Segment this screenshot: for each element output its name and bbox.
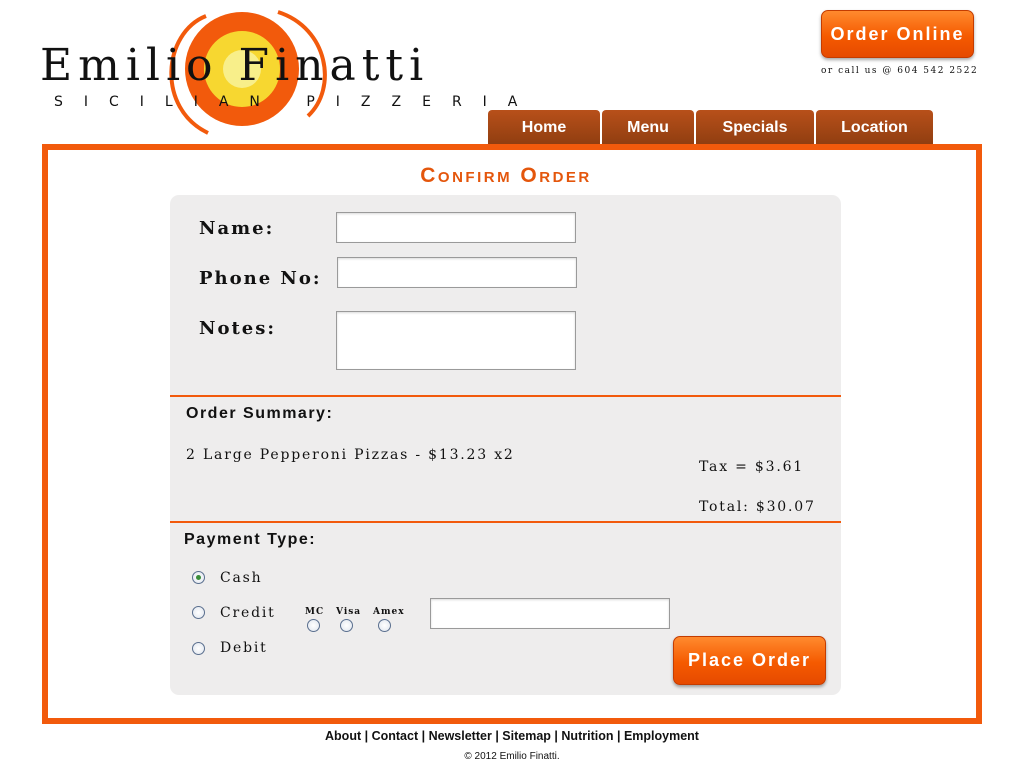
footer-separator: | — [364, 729, 369, 743]
card-number-input[interactable] — [430, 598, 670, 629]
page-title: Confirm Order — [420, 164, 592, 187]
brand-logo: Emilio Finatti Sicilian Pizzeria — [38, 8, 517, 138]
cash-radio[interactable] — [192, 571, 205, 584]
card-mc-label: MC — [305, 607, 325, 617]
payment-divider — [170, 521, 841, 523]
card-amex-label: Amex — [373, 607, 405, 617]
footer-link-contact[interactable]: Contact — [372, 729, 419, 743]
card-amex-radio[interactable] — [378, 619, 391, 632]
summary-divider — [170, 395, 841, 397]
footer-link-employment[interactable]: Employment — [624, 729, 699, 743]
tab-home[interactable]: Home — [488, 110, 600, 146]
footer-separator: | — [616, 729, 621, 743]
card-mc-radio[interactable] — [307, 619, 320, 632]
order-summary-heading: Order Summary: — [186, 405, 334, 422]
order-item: 2 Large Pepperoni Pizzas - $13.23 x2 — [186, 447, 515, 463]
total-amount: Total: $30.07 — [699, 499, 816, 515]
footer-nav: About | Contact | Newsletter | Sitemap |… — [0, 729, 1024, 743]
tab-menu[interactable]: Menu — [602, 110, 694, 146]
name-label: Name: — [199, 218, 275, 239]
debit-radio[interactable] — [192, 642, 205, 655]
tax-amount: Tax = $3.61 — [699, 459, 805, 475]
tab-specials[interactable]: Specials — [696, 110, 814, 146]
footer-separator: | — [554, 729, 558, 743]
notes-textarea[interactable] — [336, 311, 576, 370]
notes-label: Notes: — [199, 318, 277, 339]
tab-location[interactable]: Location — [816, 110, 933, 146]
logo-subtitle: Sicilian Pizzeria — [54, 94, 539, 110]
card-visa-label: Visa — [336, 607, 362, 617]
footer-separator: | — [495, 729, 499, 743]
call-us-text: or call us @ 604 542 2522 — [821, 66, 979, 76]
phone-label: Phone No: — [199, 268, 322, 289]
copyright-text: © 2012 Emilio Finatti. — [464, 751, 560, 762]
card-visa-radio[interactable] — [340, 619, 353, 632]
footer-link-newsletter[interactable]: Newsletter — [429, 729, 492, 743]
footer-separator: | — [421, 729, 426, 743]
name-input[interactable] — [336, 212, 576, 243]
footer-link-sitemap[interactable]: Sitemap — [502, 729, 551, 743]
phone-input[interactable] — [337, 257, 577, 288]
footer-link-nutrition[interactable]: Nutrition — [561, 729, 613, 743]
logo-title: Emilio Finatti — [40, 40, 430, 91]
place-order-button[interactable]: Place Order — [673, 636, 826, 685]
cash-label: Cash — [220, 570, 263, 586]
credit-label: Credit — [220, 605, 276, 621]
payment-type-heading: Payment Type: — [184, 531, 317, 548]
credit-radio[interactable] — [192, 606, 205, 619]
order-online-button[interactable]: Order Online — [821, 10, 974, 58]
footer-link-about[interactable]: About — [325, 729, 361, 743]
debit-label: Debit — [220, 640, 268, 656]
